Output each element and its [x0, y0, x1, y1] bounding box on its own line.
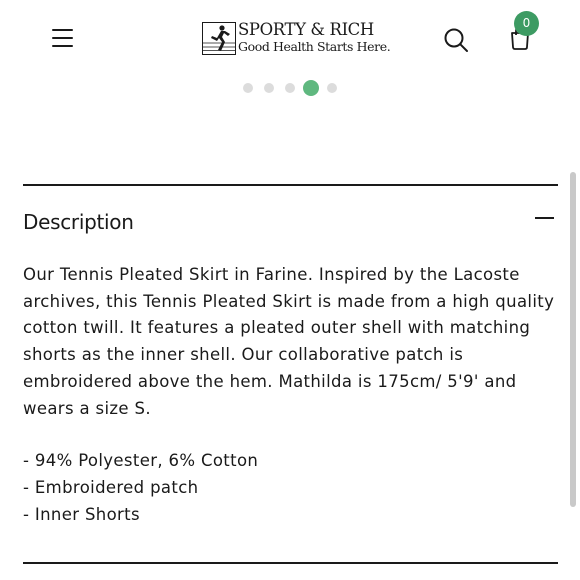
site-header: SPORTY & RICH Good Health Starts Here. 0 — [0, 0, 580, 78]
feature-item: - 94% Polyester, 6% Cotton — [23, 451, 259, 471]
product-page: SPORTY & RICH Good Health Starts Here. 0… — [0, 0, 580, 580]
accordion-title: Description — [23, 210, 134, 234]
description-accordion-body: Our Tennis Pleated Skirt in Farine. Insp… — [23, 262, 563, 528]
feature-item: - Inner Shorts — [23, 504, 140, 524]
runner-icon — [202, 22, 236, 55]
divider — [23, 562, 558, 564]
carousel-dot[interactable] — [264, 83, 274, 93]
cart-count-badge: 0 — [514, 11, 539, 36]
carousel-dot-active[interactable] — [303, 80, 319, 96]
search-icon[interactable] — [442, 26, 470, 54]
menu-line — [52, 29, 73, 31]
description-accordion-header[interactable]: Description — [23, 200, 558, 246]
minus-icon[interactable] — [535, 217, 554, 219]
carousel-dot[interactable] — [243, 83, 253, 93]
brand-logo[interactable]: SPORTY & RICH Good Health Starts Here. — [200, 20, 391, 58]
description-text: Our Tennis Pleated Skirt in Farine. Insp… — [23, 265, 555, 418]
carousel-dot[interactable] — [285, 83, 295, 93]
menu-line — [52, 45, 73, 47]
brand-tagline: Good Health Starts Here. — [238, 39, 391, 54]
divider — [23, 184, 558, 186]
brand-name: SPORTY & RICH — [238, 20, 374, 39]
feature-list: - 94% Polyester, 6% Cotton - Embroidered… — [23, 448, 563, 528]
carousel-pagination — [243, 80, 343, 96]
carousel-dot[interactable] — [327, 83, 337, 93]
menu-line — [52, 37, 73, 39]
scrollbar[interactable] — [570, 172, 576, 507]
menu-icon[interactable] — [50, 26, 76, 50]
feature-item: - Embroidered patch — [23, 477, 199, 497]
